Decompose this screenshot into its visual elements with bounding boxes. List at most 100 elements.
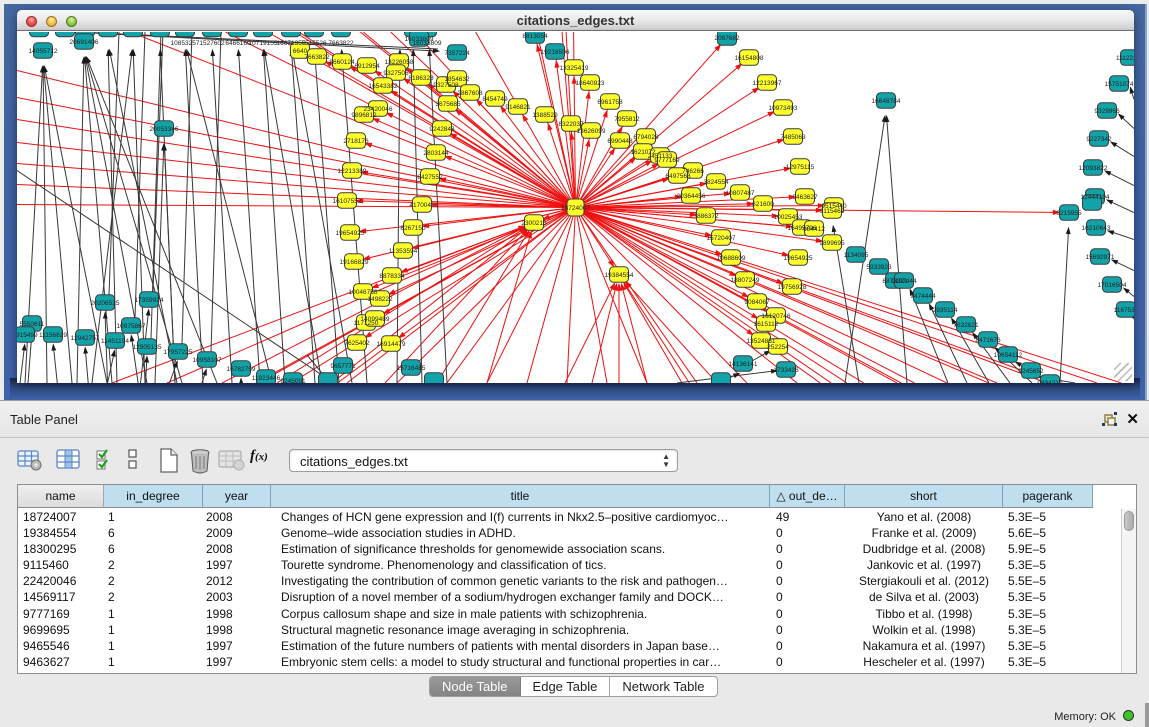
svg-text:17359924: 17359924 <box>135 297 164 304</box>
svg-text:16210643: 16210643 <box>1082 225 1111 232</box>
svg-text:18640923: 18640923 <box>576 80 605 87</box>
svg-text:13226058: 13226058 <box>385 59 414 66</box>
svg-text:7663822: 7663822 <box>304 54 330 61</box>
svg-text:15720407: 15720407 <box>707 235 736 242</box>
svg-text:19166829: 19166829 <box>340 259 369 266</box>
svg-text:13626099: 13626099 <box>577 128 606 135</box>
svg-text:9327508: 9327508 <box>433 82 459 89</box>
svg-text:20364456: 20364456 <box>677 193 706 200</box>
svg-text:14055712: 14055712 <box>29 48 58 55</box>
svg-text:12213967: 12213967 <box>753 80 782 87</box>
svg-text:3215955: 3215955 <box>1056 210 1082 217</box>
svg-text:9834210: 9834210 <box>1037 380 1063 383</box>
svg-text:18724007: 18724007 <box>561 205 590 212</box>
svg-text:7955812: 7955812 <box>614 116 640 123</box>
svg-text:20691406: 20691406 <box>70 39 99 46</box>
svg-text:15716485: 15716485 <box>397 365 426 372</box>
svg-text:1167533: 1167533 <box>1114 307 1134 314</box>
svg-text:16914479: 16914479 <box>377 341 406 348</box>
svg-text:9474444: 9474444 <box>910 293 936 300</box>
svg-text:12444194: 12444194 <box>1081 194 1110 201</box>
svg-text:8912954: 8912954 <box>354 63 380 70</box>
svg-text:7663822: 7663822 <box>328 40 354 47</box>
svg-text:984412: 984412 <box>803 226 825 233</box>
svg-text:9146821: 9146821 <box>505 104 531 111</box>
svg-text:17016504: 17016504 <box>1098 282 1127 289</box>
svg-text:16033809: 16033809 <box>405 36 434 43</box>
svg-text:6497568: 6497568 <box>665 173 691 180</box>
svg-text:15751074: 15751074 <box>1105 81 1134 88</box>
svg-text:1134095: 1134095 <box>844 252 869 259</box>
svg-text:18807249: 18807249 <box>731 277 760 284</box>
svg-text:14099489: 14099489 <box>361 316 390 323</box>
svg-text:9463627: 9463627 <box>792 194 818 201</box>
svg-text:2087682: 2087682 <box>714 35 740 42</box>
svg-text:19654925: 19654925 <box>336 230 365 237</box>
svg-text:8427552: 8427552 <box>417 174 443 181</box>
svg-text:10654112: 10654112 <box>994 352 1023 359</box>
svg-text:621600: 621600 <box>752 201 774 208</box>
svg-text:8660124: 8660124 <box>329 59 355 66</box>
svg-text:12093822: 12093822 <box>1079 165 1108 172</box>
svg-text:10025453: 10025453 <box>774 214 803 221</box>
svg-text:6466160: 6466160 <box>225 40 251 47</box>
svg-text:8471676: 8471676 <box>975 337 1001 344</box>
svg-text:2718176: 2718176 <box>343 138 369 145</box>
svg-text:11451194: 11451194 <box>101 338 129 345</box>
svg-text:1615112: 1615112 <box>754 321 779 328</box>
svg-text:11122233: 11122233 <box>1116 55 1134 62</box>
svg-text:7886372: 7886372 <box>693 213 719 220</box>
svg-text:3915499: 3915499 <box>17 332 38 339</box>
svg-text:1854632: 1854632 <box>444 76 470 83</box>
svg-text:5933923: 5933923 <box>866 264 892 271</box>
svg-text:15692971: 15692971 <box>1086 254 1115 261</box>
svg-text:1733426: 1733426 <box>773 367 799 374</box>
svg-text:252254: 252254 <box>767 344 789 351</box>
svg-text:9245652: 9245652 <box>1018 368 1044 375</box>
svg-text:16107552: 16107552 <box>333 198 362 205</box>
svg-text:1498222: 1498222 <box>367 296 393 303</box>
svg-text:9896812: 9896812 <box>351 112 377 119</box>
svg-text:6961758: 6961758 <box>597 99 623 106</box>
svg-text:1527602: 1527602 <box>199 40 225 47</box>
svg-text:2867608: 2867608 <box>457 90 483 97</box>
svg-text:9327506: 9327506 <box>383 70 409 77</box>
svg-text:9227342: 9227342 <box>1086 136 1112 143</box>
svg-text:7625402: 7625402 <box>344 340 370 347</box>
svg-text:9245091: 9245091 <box>280 378 306 383</box>
svg-text:9084067: 9084067 <box>744 299 770 306</box>
svg-text:10719155: 10719155 <box>249 40 278 47</box>
svg-text:9899695: 9899695 <box>819 240 845 247</box>
svg-text:10958107: 10958107 <box>193 357 222 364</box>
svg-text:16120746: 16120746 <box>762 313 791 320</box>
svg-text:16782759: 16782759 <box>227 366 256 373</box>
svg-text:17957225: 17957225 <box>164 349 193 356</box>
svg-text:9657771: 9657771 <box>330 363 356 370</box>
svg-text:12213389: 12213389 <box>338 168 367 175</box>
svg-text:8322037: 8322037 <box>558 121 584 128</box>
svg-text:9197444: 9197444 <box>891 278 917 285</box>
svg-text:7515526: 7515526 <box>301 40 327 47</box>
svg-text:10688609: 10688609 <box>717 255 746 262</box>
svg-text:9329966: 9329966 <box>1094 108 1120 115</box>
svg-text:8813054: 8813054 <box>522 33 548 40</box>
svg-text:9242848: 9242848 <box>429 126 455 133</box>
svg-text:7357224: 7357224 <box>444 50 470 57</box>
svg-text:4170041: 4170041 <box>409 202 435 209</box>
svg-text:7485063: 7485063 <box>780 134 806 141</box>
svg-text:12942757: 12942757 <box>71 335 100 342</box>
svg-text:10975867: 10975867 <box>117 323 146 330</box>
svg-text:16154808: 16154808 <box>735 55 764 62</box>
svg-text:10046758: 10046758 <box>349 289 378 296</box>
svg-text:10807487: 10807487 <box>726 190 755 197</box>
svg-text:12905135: 12905135 <box>133 344 162 351</box>
svg-text:8454749: 8454749 <box>482 96 508 103</box>
svg-text:3824554: 3824554 <box>703 179 729 186</box>
svg-text:10853257: 10853257 <box>171 40 200 47</box>
svg-text:16543382: 16543382 <box>369 83 398 90</box>
svg-text:8878334: 8878334 <box>379 273 405 280</box>
svg-text:12975115: 12975115 <box>786 164 815 171</box>
svg-text:2300215: 2300215 <box>521 220 547 227</box>
svg-text:16648784: 16648784 <box>872 98 901 105</box>
svg-text:11353594: 11353594 <box>389 248 418 255</box>
